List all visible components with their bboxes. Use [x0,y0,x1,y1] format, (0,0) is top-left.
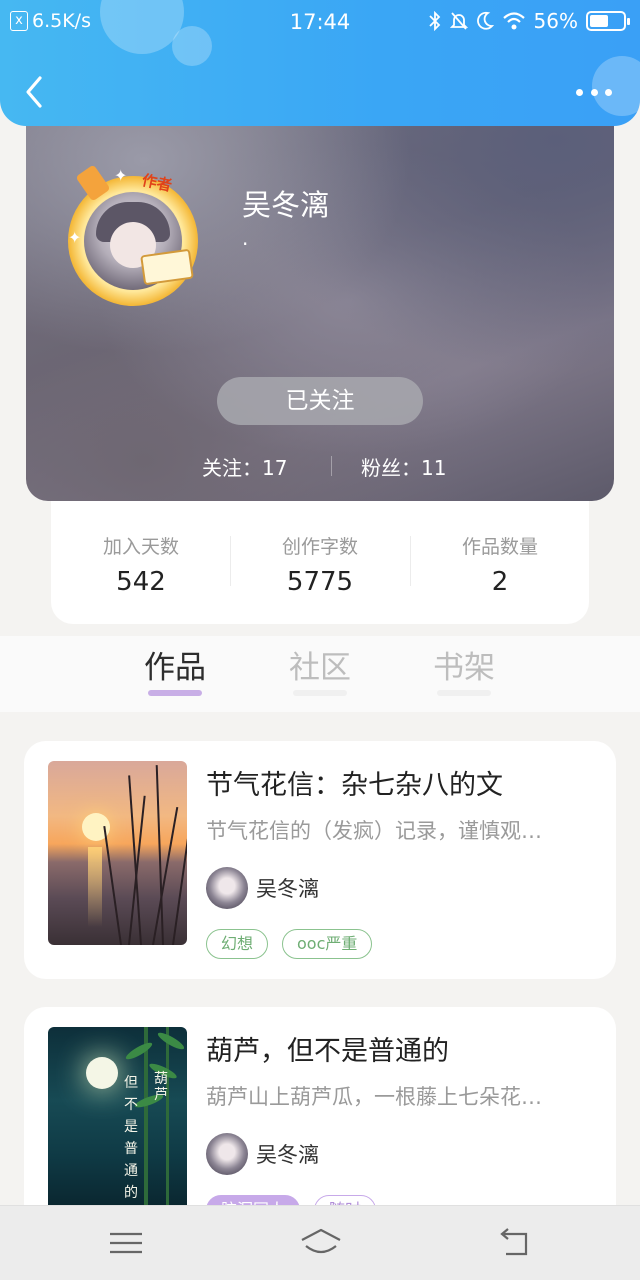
tab-indicator [148,690,202,696]
work-card[interactable]: 节气花信：杂七杂八的文 节气花信的（发疯）记录，谨慎观… 吴冬漓 幻想 ooc严… [24,741,616,979]
home-icon [301,1228,341,1254]
tag[interactable]: 幻想 [206,929,269,959]
avatar [206,867,248,909]
more-options-button[interactable] [576,78,612,106]
dot-icon [576,88,583,96]
cover-text: 葫 [154,1071,168,1087]
stat-value: 2 [491,567,509,597]
follow-stats: 关注：17 粉丝：11 [26,450,614,480]
profile-card: 作者 ✦ ✦ 吴冬漓 · 已关注 关注：17 粉丝：11 [26,100,614,501]
chevron-left-icon [26,76,42,108]
work-title: 葫芦，但不是普通的 [206,1036,449,1067]
work-author: 吴冬漓 [206,1133,319,1175]
system-nav-bar [0,1205,640,1280]
author-stats: 加入天数 542 创作字数 5775 作品数量 2 [51,496,589,624]
book-cover[interactable] [48,761,187,945]
cover-text: 的 [124,1185,138,1201]
author-name: 吴冬漓 [256,1143,319,1167]
back-nav-button[interactable] [494,1226,534,1260]
tab-indicator [293,690,347,696]
book-icon [140,248,194,286]
work-author: 吴冬漓 [206,867,319,909]
tab-bookshelf[interactable]: 书架 [414,642,514,687]
stat-value: 5775 [286,567,354,597]
stat-label: 创作字数 [281,536,358,558]
author-badge: 作者 [140,171,174,195]
tab-community[interactable]: 社区 [270,642,370,687]
dot-icon [590,88,598,96]
author-avatar[interactable]: 作者 ✦ ✦ [68,164,198,306]
tag[interactable]: ooc严重 [282,929,373,959]
tab-works[interactable]: 作品 [125,642,225,687]
battery-fill [590,15,608,27]
tag-list: 幻想 ooc严重 [206,929,373,959]
back-button[interactable] [20,72,50,112]
stat-join-days: 加入天数 542 [51,532,231,597]
header-bar: x 6.5K/s 17:44 56% [0,0,640,126]
menu-icon [110,1232,142,1254]
author-name: 吴冬漓 [242,188,330,222]
stat-label: 加入天数 [102,536,179,558]
return-icon [500,1228,528,1256]
stat-value: 542 [116,567,166,597]
status-bar: x 6.5K/s 17:44 56% [0,0,640,44]
tab-indicator [437,690,491,696]
work-title: 节气花信：杂七杂八的文 [206,770,503,801]
profile-tabs: 作品 社区 书架 [0,636,640,712]
sparkle-icon: ✦ [68,228,82,247]
cover-text: 通 [124,1163,138,1179]
menu-button[interactable] [106,1226,146,1260]
battery-percent: 56% [533,9,578,33]
divider [331,456,332,476]
moon-icon [476,11,494,30]
book-cover[interactable]: 葫 芦 但 不 是 普 通 的 [48,1027,187,1211]
cover-text: 是 [124,1119,138,1135]
cover-text: 不 [124,1097,138,1113]
home-button[interactable] [298,1226,344,1260]
sparkle-icon: ✦ [114,166,128,185]
avatar [206,1133,248,1175]
author-bio: · [242,232,249,256]
followers-count[interactable]: 粉丝：11 [361,452,446,481]
stat-word-count: 创作字数 5775 [230,532,410,597]
bluetooth-icon [428,11,440,31]
stat-works-count: 作品数量 2 [410,532,590,597]
cover-text: 芦 [154,1087,168,1103]
cover-text: 普 [124,1141,138,1157]
follow-button[interactable]: 已关注 [217,377,423,425]
mute-bell-icon [449,12,468,30]
dot-icon [605,88,612,96]
stat-label: 作品数量 [461,536,538,558]
author-name: 吴冬漓 [256,877,319,901]
pencil-icon [75,164,111,202]
work-description: 节气花信的（发疯）记录，谨慎观… [206,819,542,843]
work-description: 葫芦山上葫芦瓜，一根藤上七朵花… [206,1085,542,1109]
wifi-icon [502,12,525,30]
following-count[interactable]: 关注：17 [202,452,287,481]
cover-text: 但 [124,1075,138,1091]
battery-icon [586,11,630,31]
